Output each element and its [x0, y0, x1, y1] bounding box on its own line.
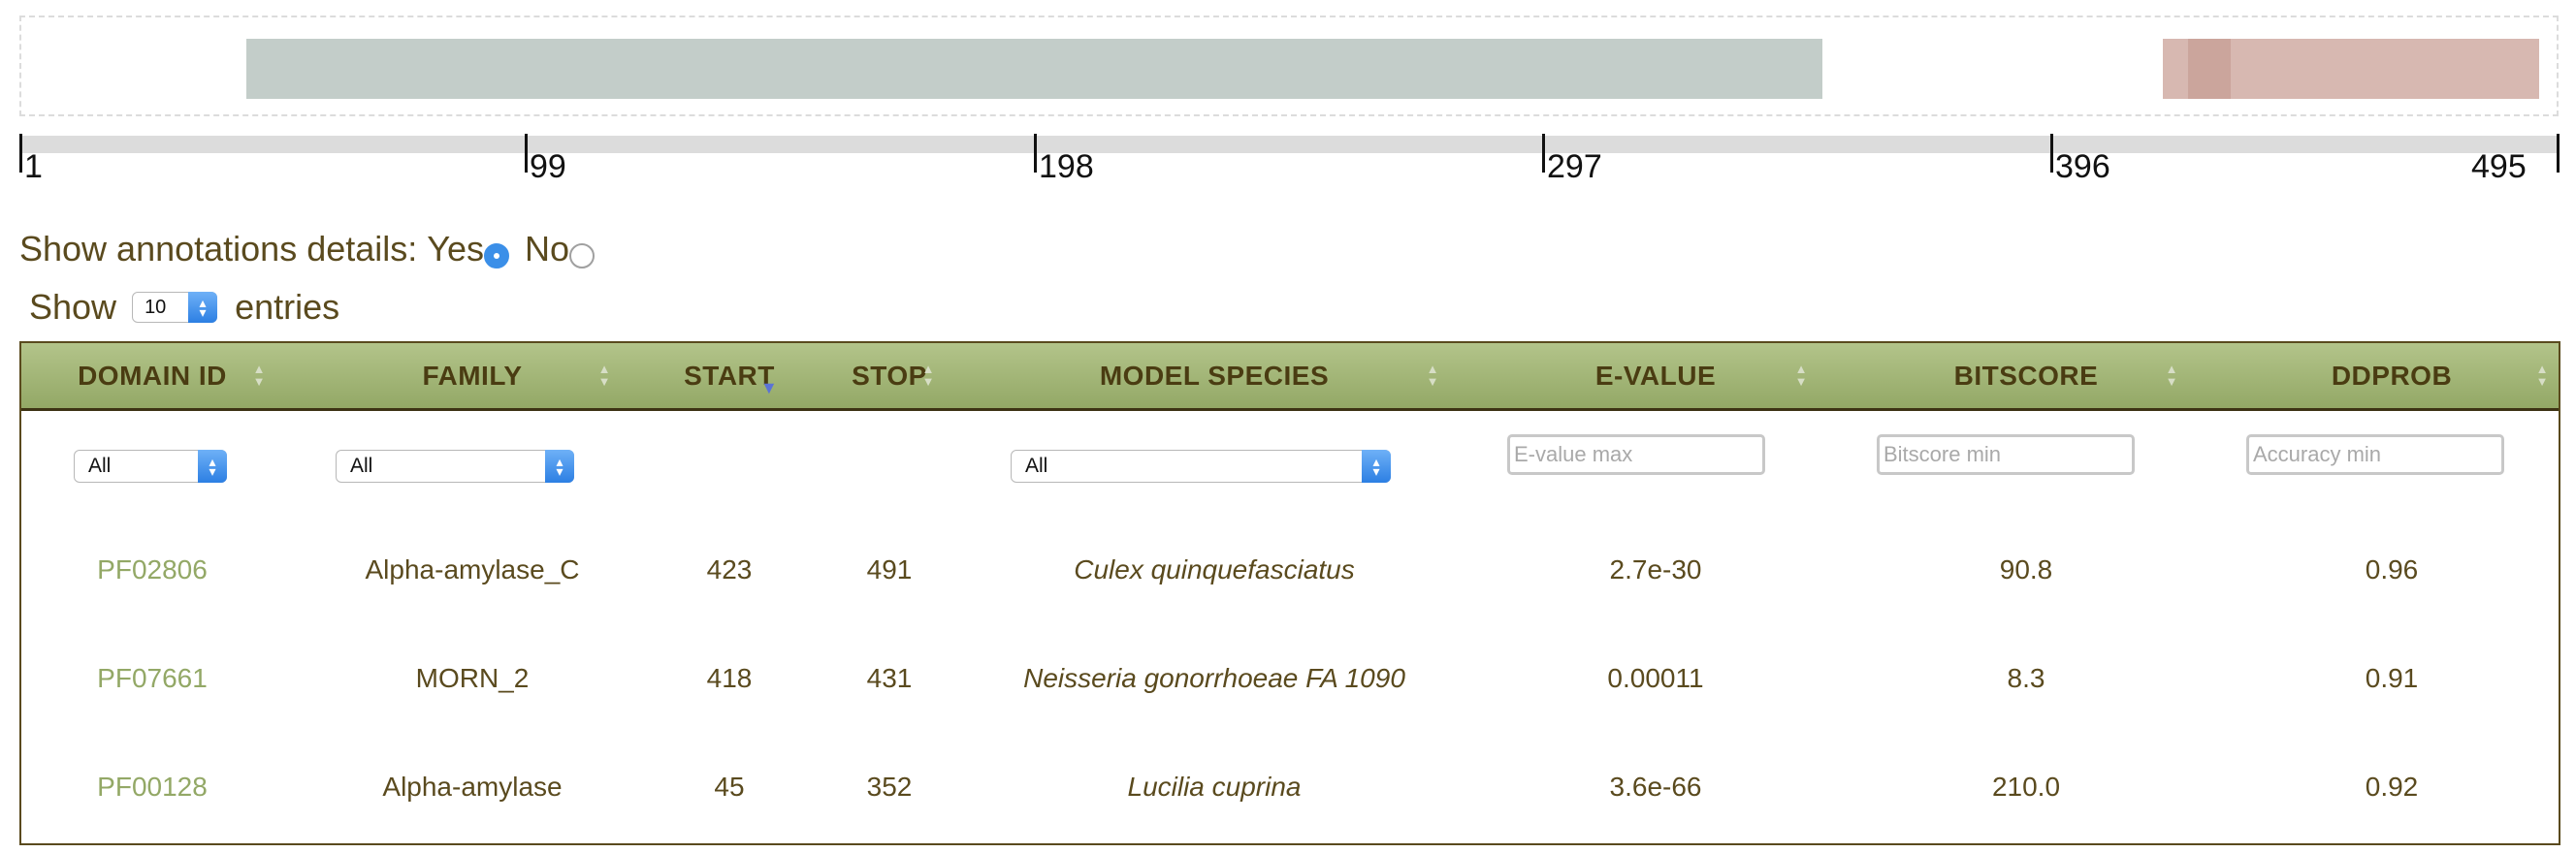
- table-row: PF02806 Alpha-amylase_C 423 491 Culex qu…: [21, 521, 2559, 618]
- sequence-ruler: [19, 136, 2559, 153]
- yes-radio[interactable]: [484, 243, 510, 269]
- ruler-tick: [2557, 134, 2560, 173]
- start-cell: 418: [706, 663, 753, 693]
- ruler-tick-label: 495: [2471, 148, 2527, 185]
- sort-icon[interactable]: ▲ ▼: [2165, 363, 2178, 392]
- e-value-cell: 3.6e-66: [1609, 772, 1702, 802]
- e-value-cell: 2.7e-30: [1609, 554, 1702, 584]
- ruler-tick-label: 297: [1547, 148, 1602, 185]
- entries-select[interactable]: 10 ▴ ▾: [132, 292, 218, 323]
- yes-option-label[interactable]: Yes: [427, 229, 484, 269]
- select-arrows-icon: ▴ ▾: [198, 450, 227, 483]
- ruler-tick: [19, 134, 22, 173]
- column-header-e-value[interactable]: E-VALUE: [1466, 343, 1845, 408]
- domain-bar-pf00128[interactable]: [246, 39, 1822, 99]
- domain-id-link[interactable]: PF02806: [21, 521, 283, 618]
- sort-icon[interactable]: ▲ ▼: [1426, 363, 1439, 392]
- sort-icon[interactable]: ▲ ▼: [252, 363, 266, 392]
- column-header-bitscore[interactable]: BITSCORE: [1837, 343, 2215, 408]
- annotations-toggle: Show annotations details: Yes No: [19, 227, 596, 271]
- column-header-model-species[interactable]: MODEL SPECIES: [962, 343, 1466, 408]
- sort-descending-icon[interactable]: ▼: [760, 378, 778, 398]
- column-header-label: MODEL SPECIES: [1099, 360, 1330, 391]
- select-arrows-icon: ▴ ▾: [188, 292, 218, 323]
- ruler-tick-label: 198: [1039, 148, 1094, 185]
- family-cell: Alpha-amylase: [382, 772, 563, 802]
- column-header-domain-id[interactable]: DOMAIN ID: [21, 343, 283, 408]
- no-option-label[interactable]: No: [525, 229, 569, 269]
- show-label: Show: [29, 287, 117, 327]
- family-filter-select[interactable]: All ▴ ▾: [336, 450, 574, 483]
- annotations-toggle-label: Show annotations details:: [19, 229, 418, 269]
- column-header-start[interactable]: START: [642, 343, 817, 408]
- model-species-cell: Lucilia cuprina: [1127, 772, 1302, 802]
- table-row: PF07661 MORN_2 418 431 Neisseria gonorrh…: [21, 630, 2559, 727]
- bitscore-cell: 8.3: [2007, 663, 2045, 693]
- column-header-label: FAMILY: [422, 360, 523, 391]
- select-arrows-icon: ▴ ▾: [545, 450, 574, 483]
- ddprob-cell: 0.96: [2365, 554, 2419, 584]
- column-header-label: STOP: [852, 360, 927, 391]
- sort-icon[interactable]: ▲ ▼: [921, 363, 935, 392]
- ruler-tick: [1034, 134, 1037, 173]
- domain-id-link[interactable]: PF07661: [21, 630, 283, 727]
- table-row: PF00128 Alpha-amylase 45 352 Lucilia cup…: [21, 739, 2559, 836]
- e-value-max-input[interactable]: [1507, 434, 1765, 475]
- accuracy-min-input[interactable]: [2246, 434, 2504, 475]
- stop-cell: 431: [866, 663, 913, 693]
- column-header-ddprob[interactable]: DDPROB: [2207, 343, 2576, 408]
- table-header: DOMAIN ID ▲ ▼ FAMILY ▲ ▼ START ▼ STOP ▲ ▼ M…: [21, 341, 2559, 411]
- bitscore-cell: 210.0: [1991, 772, 2061, 802]
- column-header-label: DDPROB: [2331, 360, 2453, 391]
- ruler-tick: [525, 134, 528, 173]
- column-header-label: BITSCORE: [1953, 360, 2099, 391]
- stop-cell: 491: [866, 554, 913, 584]
- ruler-tick-label: 396: [2055, 148, 2110, 185]
- domain-bar-pf07661[interactable]: [2188, 39, 2231, 99]
- domain-id-filter-select[interactable]: All ▴ ▾: [74, 450, 227, 483]
- bitscore-min-input[interactable]: [1877, 434, 2135, 475]
- sort-icon[interactable]: ▲ ▼: [597, 363, 611, 392]
- stop-cell: 352: [866, 772, 913, 802]
- filter-select-value: All: [350, 455, 373, 477]
- model-species-cell: Neisseria gonorrhoeae FA 1090: [1023, 663, 1405, 693]
- ruler-tick: [1542, 134, 1545, 173]
- domain-track: [19, 16, 2559, 116]
- family-cell: MORN_2: [415, 663, 530, 693]
- filter-select-value: All: [1025, 455, 1048, 477]
- entries-length-menu: Show 10 ▴ ▾ entries: [29, 285, 339, 330]
- ruler-tick-label: 1: [24, 148, 43, 185]
- column-header-label: E-VALUE: [1594, 360, 1717, 391]
- bitscore-cell: 90.8: [1999, 554, 2053, 584]
- column-header-label: DOMAIN ID: [78, 360, 227, 391]
- no-radio[interactable]: [569, 243, 596, 269]
- filter-select-value: All: [88, 455, 112, 477]
- domains-table: DOMAIN ID ▲ ▼ FAMILY ▲ ▼ START ▼ STOP ▲ ▼ M…: [19, 341, 2560, 845]
- ruler-tick-label: 99: [530, 148, 566, 185]
- start-cell: 423: [706, 554, 753, 584]
- family-cell: Alpha-amylase_C: [365, 554, 580, 584]
- ddprob-cell: 0.91: [2365, 663, 2419, 693]
- sort-icon[interactable]: ▲ ▼: [1794, 363, 1808, 392]
- model-species-cell: Culex quinquefasciatus: [1074, 554, 1355, 584]
- entries-label: entries: [235, 287, 340, 327]
- model-species-filter-select[interactable]: All ▴ ▾: [1011, 450, 1391, 483]
- ddprob-cell: 0.92: [2365, 772, 2419, 802]
- select-arrows-icon: ▴ ▾: [1362, 450, 1391, 483]
- column-header-stop[interactable]: STOP: [817, 343, 962, 408]
- entries-select-value: 10: [145, 296, 167, 318]
- sort-icon[interactable]: ▲ ▼: [2535, 363, 2549, 392]
- start-cell: 45: [714, 772, 745, 802]
- ruler-tick: [2050, 134, 2053, 173]
- domain-id-link[interactable]: PF00128: [21, 739, 283, 836]
- e-value-cell: 0.00011: [1607, 663, 1704, 693]
